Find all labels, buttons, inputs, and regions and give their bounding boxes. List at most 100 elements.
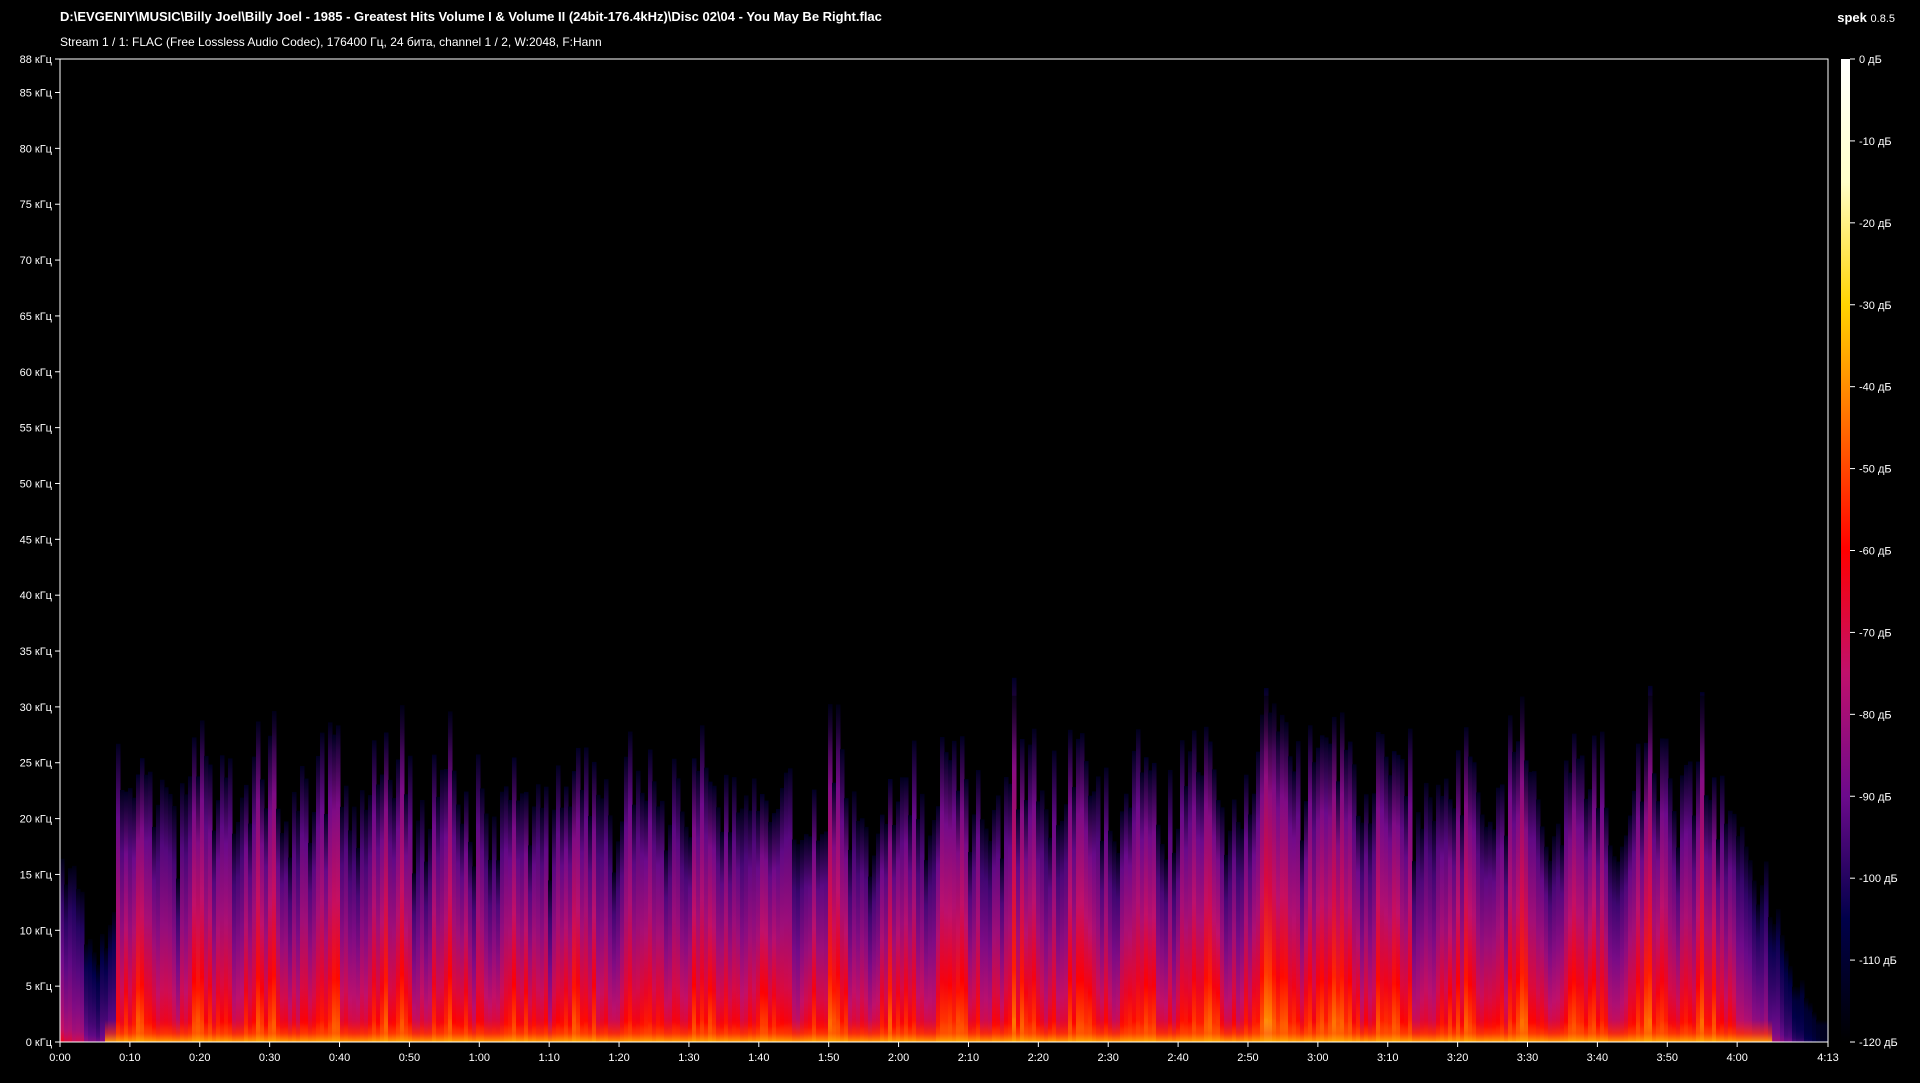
spectrum-column (88, 939, 93, 1042)
spectrum-column (820, 834, 825, 1042)
spectrum-column (1268, 712, 1273, 1042)
spectrum-column (264, 808, 269, 1042)
spectrum-column (900, 777, 905, 1042)
spectrum-column (1564, 760, 1569, 1042)
spectrum-column (756, 810, 761, 1042)
freq-tick-label: 50 кГц (20, 478, 53, 490)
spectrum-column (1672, 811, 1677, 1042)
spectrum-column (1716, 839, 1721, 1042)
spectrum-column (1000, 858, 1005, 1042)
db-tick-label: -20 дБ (1859, 218, 1892, 230)
spectrum-column (280, 833, 285, 1042)
spectrum-column (324, 813, 329, 1042)
spectrum-column (964, 779, 969, 1042)
spectrum-column (760, 794, 765, 1042)
spectrum-column (784, 772, 789, 1042)
spectrum-column (1052, 750, 1057, 1042)
spectrum-column (332, 734, 337, 1042)
spectrum-column (468, 841, 473, 1042)
spectrum-column (308, 842, 313, 1042)
spectrum-column (1092, 791, 1097, 1042)
spectrum-column (544, 786, 549, 1042)
spectrum-column (1684, 764, 1689, 1042)
time-tick-label: 4:00 (1726, 1052, 1747, 1064)
freq-tick-label: 20 кГц (20, 814, 53, 826)
spectrum-column (484, 813, 489, 1042)
spectrum-column (892, 824, 897, 1042)
spectrum-column (940, 737, 945, 1042)
spectrum-column (1588, 789, 1593, 1042)
spectrum-column (1356, 815, 1361, 1042)
spectrum-column (1500, 784, 1505, 1042)
freq-tick-label: 60 кГц (20, 367, 53, 379)
spectrum-column (1656, 801, 1661, 1042)
time-tick-label: 1:10 (538, 1052, 559, 1064)
freq-tick-label: 15 кГц (20, 869, 53, 881)
db-tick-label: -100 дБ (1859, 873, 1898, 885)
spectrum-column (232, 833, 237, 1042)
spectrum-column (704, 767, 709, 1042)
spectrum-column (1208, 741, 1213, 1042)
spectrum-column (1568, 772, 1573, 1042)
spectrum-column (1148, 770, 1153, 1042)
spectrum-column (380, 774, 385, 1042)
spectrum-column (1132, 750, 1137, 1042)
spectrum-column (1456, 750, 1461, 1042)
spectrum-column (1476, 792, 1481, 1042)
spectrum-column (584, 747, 589, 1042)
spectrum-column (888, 779, 893, 1042)
freq-tick-label: 65 кГц (20, 311, 53, 323)
spectrum-column (1628, 815, 1633, 1042)
spectrum-column (76, 888, 81, 1042)
spectrum-column (948, 760, 953, 1042)
spectrum-column (652, 781, 657, 1042)
spectrum-column (984, 828, 989, 1042)
spectrum-column (456, 804, 461, 1042)
spectrum-column (124, 791, 129, 1042)
spectrum-column (1304, 801, 1309, 1042)
spectrum-column (344, 785, 349, 1042)
spectrum-column (788, 768, 793, 1042)
spectrum-column (1016, 809, 1021, 1042)
spectrum-column (1516, 741, 1521, 1042)
spectrum-column (588, 815, 593, 1042)
spectrum-column (528, 845, 533, 1042)
spectrum-column (348, 830, 353, 1042)
spectrum-column (716, 807, 721, 1042)
spectrum-column (1492, 829, 1497, 1042)
spectrum-column (1344, 749, 1349, 1042)
spectrum-column (516, 800, 521, 1042)
spectrum-column (740, 808, 745, 1042)
spectrum-column (480, 788, 485, 1042)
time-tick-label: 2:40 (1167, 1052, 1188, 1064)
spectrum-column (68, 868, 73, 1042)
spectrum-column (552, 809, 557, 1042)
freq-tick-label: 30 кГц (20, 702, 53, 714)
spectrum-column (1788, 966, 1793, 1042)
spectrum-column (1736, 836, 1741, 1042)
spectrum-column (1256, 751, 1261, 1042)
spectrum-column (872, 855, 877, 1042)
spectrum-column (340, 806, 345, 1042)
spectrum-column (488, 859, 493, 1042)
time-tick-label: 3:50 (1657, 1052, 1678, 1064)
spectrum-column (924, 860, 929, 1042)
spectrum-column (1196, 772, 1201, 1042)
spectrum-column (1068, 729, 1073, 1042)
db-tick-label: -70 дБ (1859, 627, 1892, 639)
spectrum-column (852, 791, 857, 1042)
spectrum-column (504, 786, 509, 1042)
spectrum-column (168, 793, 173, 1042)
time-tick-label: 3:00 (1307, 1052, 1328, 1064)
spectrum-column (1536, 799, 1541, 1042)
spectrum-column (1172, 852, 1177, 1042)
spectrum-column (212, 830, 217, 1042)
spectrum-column (532, 806, 537, 1042)
spectrum-column (204, 755, 209, 1042)
freq-tick-label: 25 кГц (20, 758, 53, 770)
spectrum-column (200, 720, 205, 1042)
spectrum-column (1592, 735, 1597, 1042)
spectrum-column (228, 758, 233, 1042)
spectrum-column (84, 944, 89, 1042)
spectrum-column (992, 809, 997, 1042)
